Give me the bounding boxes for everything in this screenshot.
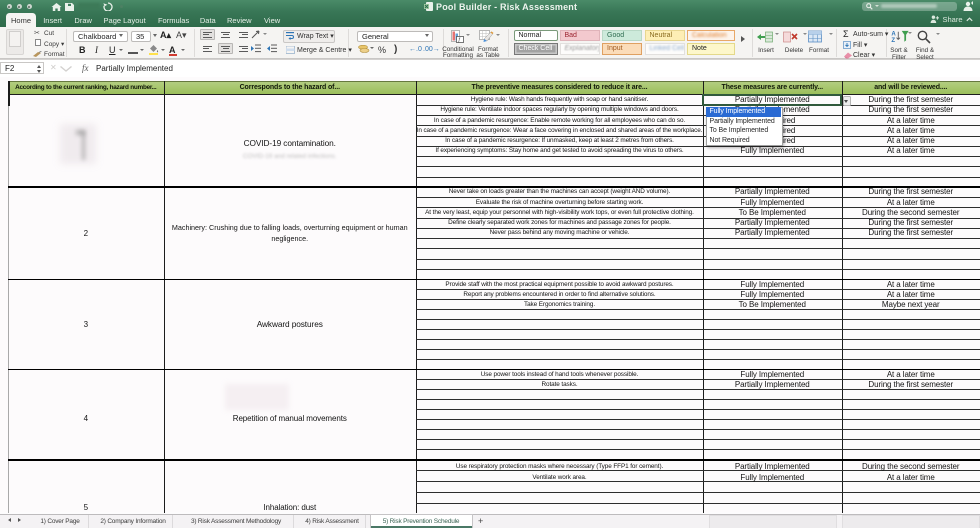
svg-text:ƒ: ƒ [458, 38, 461, 44]
svg-text:A: A [891, 31, 896, 37]
svg-text:Z: Z [891, 38, 895, 43]
